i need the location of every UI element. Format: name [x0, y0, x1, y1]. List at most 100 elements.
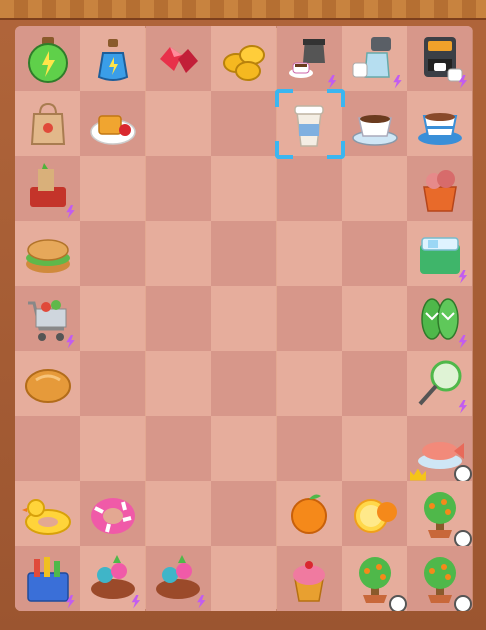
- merge-board: [15, 26, 473, 611]
- grocery-basket-icon[interactable]: [22, 162, 75, 219]
- board-cell[interactable]: [80, 351, 146, 416]
- orange-tree-icon[interactable]: [349, 553, 407, 611]
- board-cell[interactable]: [145, 286, 211, 351]
- board-cell[interactable]: [342, 481, 407, 546]
- board-cell[interactable]: [80, 416, 146, 481]
- green-potion-icon[interactable]: [22, 33, 74, 85]
- coffee-cup-saucer-icon[interactable]: [349, 98, 401, 150]
- bagel-sandwich-icon[interactable]: [22, 228, 74, 280]
- board-cell[interactable]: [145, 546, 211, 611]
- cupcake-icon[interactable]: [283, 553, 335, 605]
- board-cell[interactable]: [145, 481, 211, 546]
- board-cell[interactable]: [145, 91, 211, 156]
- toy-crate-icon[interactable]: [22, 553, 75, 609]
- board-cell[interactable]: [342, 26, 407, 91]
- fishing-net-icon[interactable]: [414, 358, 468, 414]
- board-cell[interactable]: [80, 156, 146, 221]
- board-cell[interactable]: [276, 351, 342, 416]
- board-cell[interactable]: [276, 546, 342, 611]
- board-cell[interactable]: [407, 416, 473, 483]
- orange-slice-icon[interactable]: [349, 488, 401, 540]
- board-cell[interactable]: [211, 416, 277, 481]
- candy-pile-icon[interactable]: [152, 553, 206, 609]
- orange-tree-icon[interactable]: [414, 488, 472, 548]
- board-cell[interactable]: [276, 481, 342, 546]
- board-cell[interactable]: [407, 26, 473, 91]
- board-cell[interactable]: [342, 91, 407, 156]
- board-cell[interactable]: [145, 416, 211, 481]
- board-cell[interactable]: [342, 156, 407, 221]
- board-cell[interactable]: [407, 221, 473, 286]
- board-cell[interactable]: [211, 91, 277, 156]
- meat-bucket-icon[interactable]: [414, 163, 466, 215]
- board-cell[interactable]: [276, 91, 342, 156]
- board-cell[interactable]: [407, 546, 473, 611]
- ice-cooler-icon[interactable]: [414, 228, 468, 284]
- board-cell[interactable]: [211, 351, 277, 416]
- waffle-plate-icon[interactable]: [87, 98, 139, 150]
- board-cell[interactable]: [15, 351, 80, 416]
- board-cell[interactable]: [80, 546, 146, 611]
- board-cell[interactable]: [145, 351, 211, 416]
- coffee-pot-cup-icon[interactable]: [283, 33, 337, 89]
- board-cell[interactable]: [211, 481, 277, 546]
- orange-fruit-icon[interactable]: [283, 488, 335, 540]
- board-cell[interactable]: [80, 286, 146, 351]
- gold-coins-icon[interactable]: [218, 33, 270, 85]
- game-frame: [0, 0, 486, 630]
- board-cell[interactable]: [407, 286, 473, 351]
- board-cell[interactable]: [342, 416, 407, 481]
- flip-flops-icon[interactable]: [414, 293, 468, 349]
- rubber-duck-float-icon[interactable]: [21, 488, 74, 540]
- blue-potion-icon[interactable]: [87, 33, 139, 85]
- board-cell[interactable]: [145, 156, 211, 221]
- board-cell[interactable]: [211, 221, 277, 286]
- stopwatch-icon: [453, 594, 472, 611]
- board-cell[interactable]: [276, 156, 342, 221]
- board-cell[interactable]: [342, 286, 407, 351]
- board-cell[interactable]: [80, 221, 146, 286]
- takeaway-coffee-cup-icon[interactable]: [283, 98, 335, 150]
- board-cell[interactable]: [15, 26, 80, 91]
- stopwatch-icon: [453, 529, 472, 548]
- board-cell[interactable]: [276, 221, 342, 286]
- board-cell[interactable]: [15, 156, 80, 221]
- top-curtain-trim: [0, 0, 486, 20]
- board-cell[interactable]: [342, 351, 407, 416]
- board-cell[interactable]: [276, 416, 342, 481]
- espresso-machine-icon[interactable]: [414, 33, 468, 89]
- bread-loaf-icon[interactable]: [22, 358, 74, 410]
- board-cell[interactable]: [80, 481, 146, 546]
- board-cell[interactable]: [276, 26, 342, 91]
- paper-bag-icon[interactable]: [22, 98, 74, 150]
- board-cell[interactable]: [80, 91, 146, 156]
- coffee-maker-glass-icon[interactable]: [349, 33, 402, 89]
- board-cell[interactable]: [15, 481, 80, 546]
- shopping-cart-icon[interactable]: [22, 293, 75, 349]
- board-cell[interactable]: [15, 286, 80, 351]
- board-cell[interactable]: [15, 546, 80, 611]
- board-cell[interactable]: [342, 221, 407, 286]
- board-cell[interactable]: [407, 156, 473, 221]
- board-cell[interactable]: [342, 546, 407, 611]
- candy-pile-icon[interactable]: [87, 553, 141, 609]
- board-cell[interactable]: [211, 156, 277, 221]
- tea-cup-saucer-icon[interactable]: [414, 98, 466, 150]
- board-cell[interactable]: [211, 286, 277, 351]
- board-cell[interactable]: [145, 221, 211, 286]
- board-cell[interactable]: [15, 91, 80, 156]
- orange-tree-icon[interactable]: [414, 553, 472, 611]
- board-cell[interactable]: [15, 221, 80, 286]
- red-gems-icon[interactable]: [152, 33, 204, 85]
- board-cell[interactable]: [80, 26, 146, 91]
- board-cell[interactable]: [15, 416, 80, 481]
- pink-swim-ring-icon[interactable]: [87, 488, 139, 540]
- board-cell[interactable]: [407, 481, 473, 548]
- board-cell[interactable]: [145, 26, 211, 91]
- board-cell[interactable]: [407, 351, 473, 416]
- board-cell[interactable]: [211, 546, 277, 611]
- board-cell[interactable]: [407, 91, 473, 156]
- board-cell[interactable]: [211, 26, 277, 91]
- fish-platter-icon[interactable]: [409, 423, 472, 483]
- board-cell[interactable]: [276, 286, 342, 351]
